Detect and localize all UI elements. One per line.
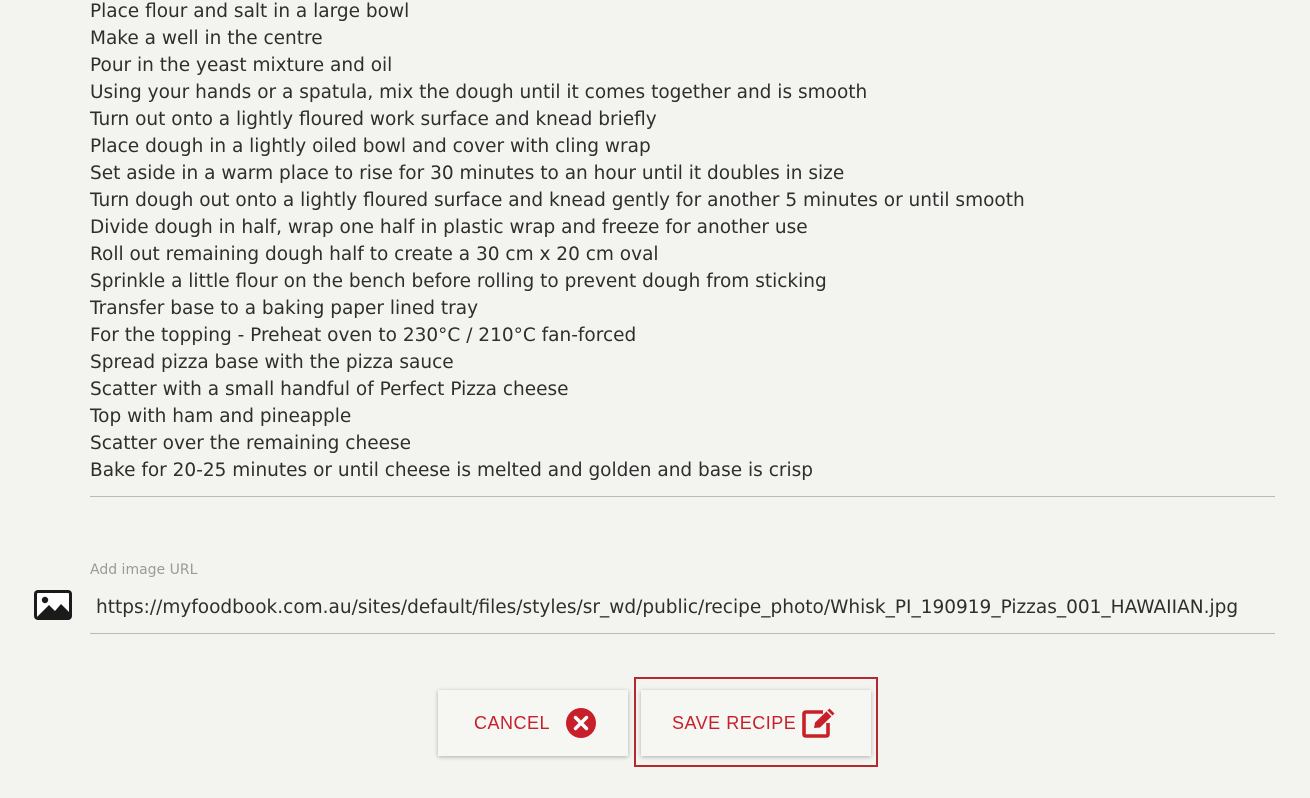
close-circle-icon [566,708,596,738]
method-step: Place flour and salt in a large bowl [90,1,410,22]
cancel-button-label: CANCEL [474,712,551,733]
method-steps-list: Place flour and salt in a large bowl Mak… [90,0,1275,486]
image-url-underline [90,633,1275,634]
method-step: Using your hands or a spatula, mix the d… [90,82,868,103]
method-step: For the topping - Preheat oven to 230°C … [90,325,637,346]
method-step: Scatter over the remaining cheese [90,433,411,454]
method-step: Make a well in the centre [90,28,323,49]
recipe-edit-page: Place flour and salt in a large bowl Mak… [0,0,1310,798]
method-step: Pour in the yeast mixture and oil [90,55,393,76]
method-step: Set aside in a warm place to rise for 30… [90,163,845,184]
save-recipe-button-label: SAVE RECIPE [672,712,797,733]
method-step: Roll out remaining dough half to create … [90,244,659,265]
image-url-label: Add image URL [90,562,198,578]
edit-icon [801,707,837,739]
image-icon [34,590,72,620]
cancel-button[interactable]: CANCEL [438,690,628,756]
method-step: Turn dough out onto a lightly floured su… [90,190,1025,211]
image-url-input[interactable] [90,590,1281,624]
method-step: Bake for 20-25 minutes or until cheese i… [90,460,813,481]
save-recipe-button[interactable]: SAVE RECIPE [641,690,871,756]
method-step: Turn out onto a lightly floured work sur… [90,109,657,130]
method-step: Top with ham and pineapple [90,406,352,427]
method-step: Place dough in a lightly oiled bowl and … [90,136,651,157]
method-step: Transfer base to a baking paper lined tr… [90,298,479,319]
method-step: Scatter with a small handful of Perfect … [90,379,569,400]
method-step: Divide dough in half, wrap one half in p… [90,217,808,238]
method-step: Spread pizza base with the pizza sauce [90,352,454,373]
method-step: Sprinkle a little flour on the bench bef… [90,271,827,292]
method-field-underline [90,496,1275,497]
